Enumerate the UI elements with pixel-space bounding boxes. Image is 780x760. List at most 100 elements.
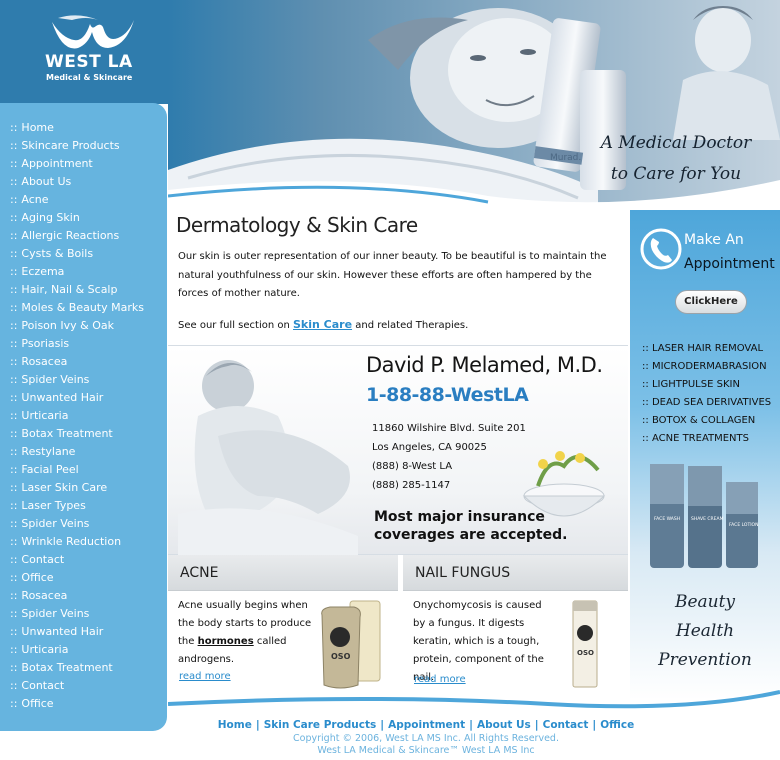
footer-link[interactable]: Appointment xyxy=(388,719,465,731)
nav-bullet: :: xyxy=(10,499,18,512)
nav-item[interactable]: :: Unwanted Hair xyxy=(0,391,167,409)
address-line1: 11860 Wilshire Blvd. Suite 201 xyxy=(372,423,526,434)
service-bullet: :: xyxy=(642,433,649,444)
acne-text: Acne usually begins when the body starts… xyxy=(178,597,313,669)
click-here-button[interactable]: ClickHere xyxy=(675,290,747,314)
nav-bullet: :: xyxy=(10,427,18,440)
nav-item-label: Botax Treatment xyxy=(21,427,113,440)
nav-item[interactable]: :: Rosacea xyxy=(0,355,167,373)
nav-list: :: Home:: Skincare Products:: Appointment::… xyxy=(0,103,167,715)
nail-fungus-read-more-link[interactable]: read more xyxy=(414,674,466,685)
nav-bullet: :: xyxy=(10,319,18,332)
logo-w-icon xyxy=(52,15,134,49)
appointment-line2: Appointment xyxy=(684,256,775,272)
service-item[interactable]: :: LASER HAIR REMOVAL xyxy=(642,340,771,358)
service-item[interactable]: :: DEAD SEA DERIVATIVES xyxy=(642,394,771,412)
nail-fungus-title: NAIL FUNGUS xyxy=(403,555,628,591)
acne-read-more-link[interactable]: read more xyxy=(179,671,231,682)
service-item-label: LASER HAIR REMOVAL xyxy=(651,343,764,354)
nav-item[interactable]: :: Aging Skin xyxy=(0,211,167,229)
nav-item-label: Spider Veins xyxy=(21,373,90,386)
service-bullet: :: xyxy=(642,361,649,372)
nav-item[interactable]: :: Office xyxy=(0,697,167,715)
nav-item[interactable]: :: Acne xyxy=(0,193,167,211)
phone-icon xyxy=(640,228,682,270)
nav-bullet: :: xyxy=(10,553,18,566)
nav-item[interactable]: :: Spider Veins xyxy=(0,373,167,391)
nav-item[interactable]: :: Rosacea xyxy=(0,589,167,607)
see-suffix: and related Therapies. xyxy=(352,320,469,331)
nav-item-label: Acne xyxy=(21,193,49,206)
hero-tagline: A Medical Doctor to Care for You xyxy=(586,128,766,190)
nav-bullet: :: xyxy=(10,625,18,638)
tagline-line2: to Care for You xyxy=(610,164,742,184)
see-prefix: See our full section on xyxy=(178,320,293,331)
nav-bullet: :: xyxy=(10,337,18,350)
nav-item-label: Laser Skin Care xyxy=(21,481,108,494)
footer-link[interactable]: Home xyxy=(218,719,252,731)
nav-item[interactable]: :: Contact xyxy=(0,553,167,571)
nav-bullet: :: xyxy=(10,265,18,278)
nav-bullet: :: xyxy=(10,517,18,530)
phone-line1: (888) 8-West LA xyxy=(372,461,453,472)
nav-item[interactable]: :: Psoriasis xyxy=(0,337,167,355)
skin-care-link[interactable]: Skin Care xyxy=(293,318,352,331)
nav-item[interactable]: :: Urticaria xyxy=(0,643,167,661)
nav-item[interactable]: :: Moles & Beauty Marks xyxy=(0,301,167,319)
slogan: Beauty Health Prevention xyxy=(630,588,780,675)
nav-bullet: :: xyxy=(10,157,18,170)
nav-bullet: :: xyxy=(10,301,18,314)
nav-item[interactable]: :: About Us xyxy=(0,175,167,193)
service-item[interactable]: :: ACNE TREATMENTS xyxy=(642,430,771,448)
nav-item[interactable]: :: Allergic Reactions xyxy=(0,229,167,247)
nav-item[interactable]: :: Unwanted Hair xyxy=(0,625,167,643)
nav-item[interactable]: :: Office xyxy=(0,571,167,589)
insurance-notice: Most major insurance coverages are accep… xyxy=(374,508,567,544)
nav-item-label: Appointment xyxy=(21,157,93,170)
hero-banner: Murad. A Medical Doctor to Care for You xyxy=(168,0,780,210)
nav-item[interactable]: :: Contact xyxy=(0,679,167,697)
nav-item[interactable]: :: Spider Veins xyxy=(0,607,167,625)
nav-item[interactable]: :: Urticaria xyxy=(0,409,167,427)
nav-item-label: Home xyxy=(21,121,54,134)
doctor-section: David P. Melamed, M.D. 1-88-88-WestLA 11… xyxy=(168,345,628,556)
nav-item-label: About Us xyxy=(21,175,72,188)
service-item[interactable]: :: LIGHTPULSE SKIN xyxy=(642,376,771,394)
service-item[interactable]: :: MICRODERMABRASION xyxy=(642,358,771,376)
nav-item-label: Psoriasis xyxy=(21,337,70,350)
nav-item-label: Cysts & Boils xyxy=(21,247,94,260)
nav-item[interactable]: :: Laser Skin Care xyxy=(0,481,167,499)
nav-item-label: Rosacea xyxy=(21,589,68,602)
footer-link[interactable]: Contact xyxy=(543,719,589,731)
nav-item-label: Urticaria xyxy=(21,409,69,422)
nav-item[interactable]: :: Eczema xyxy=(0,265,167,283)
hormones-link[interactable]: hormones xyxy=(198,636,254,647)
nav-bullet: :: xyxy=(10,571,18,584)
nav-item[interactable]: :: Poison Ivy & Oak xyxy=(0,319,167,337)
nav-item[interactable]: :: Hair, Nail & Scalp xyxy=(0,283,167,301)
nav-item[interactable]: :: Spider Veins xyxy=(0,517,167,535)
footer-nav: Home | Skin Care Products | Appointment | Abou… xyxy=(168,719,684,731)
nav-item[interactable]: :: Botax Treatment xyxy=(0,661,167,679)
nav-item[interactable]: :: Appointment xyxy=(0,157,167,175)
nav-item[interactable]: :: Cysts & Boils xyxy=(0,247,167,265)
trademark-line: West LA Medical & Skincare™ West LA MS I… xyxy=(317,745,535,756)
nav-item[interactable]: :: Home xyxy=(0,121,167,139)
nav-bullet: :: xyxy=(10,247,18,260)
footer-link[interactable]: Office xyxy=(600,719,634,731)
nav-item[interactable]: :: Laser Types xyxy=(0,499,167,517)
nav-bullet: :: xyxy=(10,211,18,224)
product-bottles-image: FACE WASH SHAVE CREAM FACE LOTION xyxy=(650,464,758,568)
footer-link[interactable]: About Us xyxy=(477,719,531,731)
nav-item[interactable]: :: Skincare Products xyxy=(0,139,167,157)
nav-item[interactable]: :: Botax Treatment xyxy=(0,427,167,445)
intro-see-also: See our full section on Skin Care and re… xyxy=(178,318,468,331)
nav-item[interactable]: :: Wrinkle Reduction xyxy=(0,535,167,553)
nav-item-label: Eczema xyxy=(21,265,65,278)
nav-item[interactable]: :: Restylane xyxy=(0,445,167,463)
footer-link[interactable]: Skin Care Products xyxy=(264,719,377,731)
service-item[interactable]: :: BOTOX & COLLAGEN xyxy=(642,412,771,430)
nav-bullet: :: xyxy=(10,661,18,674)
product-label-2: SHAVE CREAM xyxy=(691,516,724,522)
nav-item[interactable]: :: Facial Peel xyxy=(0,463,167,481)
